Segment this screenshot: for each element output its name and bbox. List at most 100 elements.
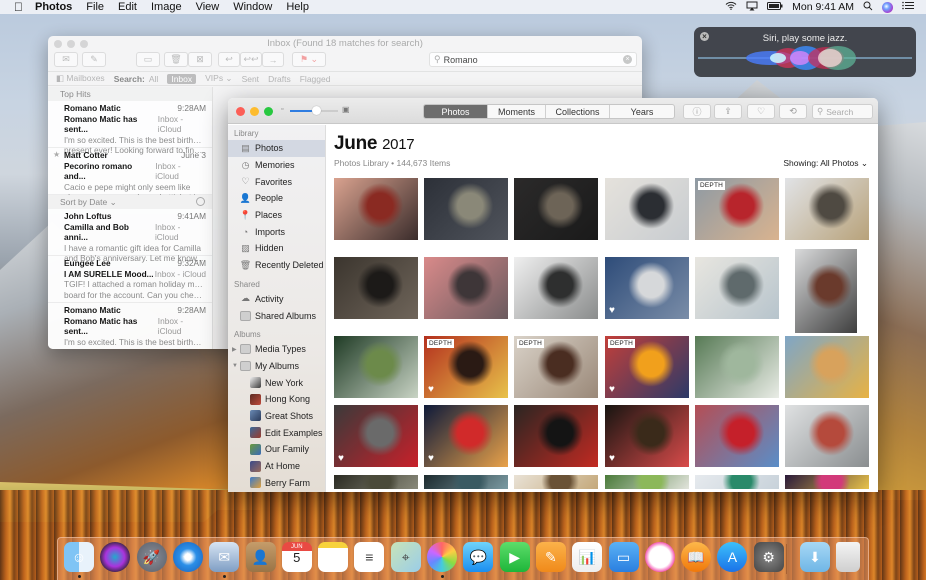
photo-thumbnail[interactable] xyxy=(785,405,869,467)
dock-app-mail[interactable]: ✉ xyxy=(209,542,240,572)
menu-edit[interactable]: Edit xyxy=(118,1,137,13)
airplay-icon[interactable] xyxy=(746,1,758,14)
photo-thumbnail[interactable] xyxy=(514,257,598,319)
menu-help[interactable]: Help xyxy=(286,1,309,13)
photo-thumbnail[interactable] xyxy=(695,475,779,489)
sidebar-item-at-home[interactable]: At Home xyxy=(228,458,325,475)
dock-downloads-folder[interactable]: ⬇ xyxy=(800,542,830,572)
sidebar-item-imports[interactable]: ◔ Imports xyxy=(228,223,325,240)
photos-zoom-button[interactable] xyxy=(264,107,273,116)
tab-photos[interactable]: Photos xyxy=(424,105,488,118)
photo-thumbnail[interactable] xyxy=(424,257,508,319)
dock-app-siri[interactable] xyxy=(100,542,131,572)
scope-drafts[interactable]: Drafts xyxy=(268,74,291,84)
sidebar-item-activity[interactable]: ☁ Activity xyxy=(228,291,325,308)
flag-button[interactable]: ⚑ ⌄ xyxy=(292,52,326,67)
sidebar-item-recently-deleted[interactable]: 🗑 Recently Deleted xyxy=(228,257,325,274)
photo-thumbnail[interactable] xyxy=(514,405,598,467)
photo-thumbnail[interactable] xyxy=(695,257,779,319)
sidebar-item-my-albums[interactable]: ▼ My Albums xyxy=(228,358,325,375)
siri-menu-icon[interactable] xyxy=(882,1,893,13)
photo-thumbnail[interactable] xyxy=(334,336,418,398)
sidebar-item-people[interactable]: 👤 People xyxy=(228,190,325,207)
showing-filter-dropdown[interactable]: Showing: All Photos ⌄ xyxy=(783,158,868,169)
sidebar-item-shared-albums[interactable]: Shared Albums xyxy=(228,307,325,324)
menu-file[interactable]: File xyxy=(86,1,104,13)
sidebar-item-photos[interactable]: ▤ Photos xyxy=(228,140,325,157)
sidebar-item-our-family[interactable]: Our Family xyxy=(228,441,325,458)
sidebar-item-hong-kong[interactable]: Hong Kong xyxy=(228,391,325,408)
sidebar-item-new-york[interactable]: New York xyxy=(228,374,325,391)
notification-center-icon[interactable] xyxy=(902,1,914,13)
photo-thumbnail[interactable] xyxy=(334,257,418,319)
dock-app-finder[interactable]: ☺ xyxy=(64,542,94,572)
disclosure-triangle-icon[interactable]: ▶ xyxy=(232,346,237,353)
photo-thumbnail[interactable] xyxy=(785,475,869,489)
photo-thumbnail[interactable] xyxy=(785,336,869,398)
tab-years[interactable]: Years xyxy=(610,105,674,118)
menu-app-name[interactable]: Photos xyxy=(35,1,72,13)
dock-app-maps[interactable]: ⌖ xyxy=(390,542,421,572)
sidebar-item-hidden[interactable]: ▨ Hidden xyxy=(228,240,325,257)
photo-thumbnail[interactable]: DEPTH ♥ xyxy=(424,336,508,398)
share-button[interactable]: ⇪ xyxy=(714,104,742,119)
dock-app-keynote[interactable]: ▭ xyxy=(608,542,639,572)
reply-all-button[interactable]: ↩↩ xyxy=(240,52,262,67)
battery-icon[interactable] xyxy=(767,1,783,13)
dock-app-contacts[interactable]: 👤 xyxy=(245,542,276,572)
dock-app-ibooks[interactable]: 📖 xyxy=(681,542,712,572)
message-item[interactable]: ★ Matt Cotter June 3 Pecorino romano and...… xyxy=(48,148,212,202)
dock-app-messages[interactable]: 💬 xyxy=(463,542,494,572)
mail-search-field[interactable]: ⚲ Romano × xyxy=(429,52,637,67)
photos-minimize-button[interactable] xyxy=(250,107,259,116)
photo-thumbnail[interactable]: DEPTH xyxy=(695,178,779,240)
dock-app-notes[interactable] xyxy=(318,542,349,572)
message-item[interactable]: Romano Matic 9:28AM Romano Matic has sent.… xyxy=(48,101,212,155)
scope-vips[interactable]: VIPs ⌄ xyxy=(205,73,232,84)
dock-app-safari[interactable]: ✦ xyxy=(172,542,203,572)
dock-app-app-store[interactable]: A xyxy=(717,542,748,572)
photo-thumbnail[interactable] xyxy=(795,249,857,333)
sidebar-item-favorites[interactable]: ♡ Favorites xyxy=(228,173,325,190)
mailboxes-toggle[interactable]: ◧ Mailboxes xyxy=(56,73,105,84)
photo-thumbnail[interactable] xyxy=(334,178,418,240)
photos-close-button[interactable] xyxy=(236,107,245,116)
rotate-button[interactable]: ⟲ xyxy=(779,104,807,119)
dock-app-launchpad[interactable]: 🚀 xyxy=(136,542,167,572)
sidebar-item-media-types[interactable]: ▶ Media Types xyxy=(228,341,325,358)
photo-thumbnail[interactable]: ♥ xyxy=(605,257,689,319)
photo-thumbnail[interactable] xyxy=(334,475,418,489)
dock-app-pages[interactable]: ✎ xyxy=(535,542,566,572)
photo-thumbnail[interactable]: ♥ xyxy=(424,405,508,467)
menu-view[interactable]: View xyxy=(196,1,220,13)
photo-thumbnail[interactable] xyxy=(695,405,779,467)
sidebar-item-great-shots[interactable]: Great Shots xyxy=(228,408,325,425)
filter-icon[interactable] xyxy=(196,197,205,206)
photos-search-field[interactable]: ⚲ Search xyxy=(812,104,873,119)
reply-button[interactable]: ↩ xyxy=(218,52,240,67)
delete-button[interactable]: 🗑 xyxy=(164,52,188,67)
get-mail-button[interactable]: ✉ xyxy=(54,52,78,67)
scope-inbox[interactable]: Inbox xyxy=(167,73,197,84)
forward-button[interactable]: → xyxy=(262,52,284,67)
clock[interactable]: Mon 9:41 AM xyxy=(792,1,854,13)
photo-thumbnail[interactable]: ♥ xyxy=(605,405,689,467)
clear-search-icon[interactable]: × xyxy=(623,55,632,64)
zoom-slider-knob[interactable] xyxy=(312,106,322,115)
dock-app-calendar[interactable]: JUN 5 xyxy=(281,542,312,572)
sidebar-item-berry-farm[interactable]: Berry Farm xyxy=(228,474,325,491)
sidebar-item-memories[interactable]: ◷ Memories xyxy=(228,157,325,174)
disclosure-triangle-icon[interactable]: ▼ xyxy=(232,363,238,369)
dock-app-itunes[interactable]: ♫ xyxy=(644,542,675,572)
favorite-button[interactable]: ♡ xyxy=(747,104,775,119)
scope-flagged[interactable]: Flagged xyxy=(300,74,331,84)
junk-button[interactable]: ⊠ xyxy=(188,52,212,67)
dock-app-reminders[interactable]: ≡ xyxy=(354,542,385,572)
zoom-slider[interactable] xyxy=(290,106,338,115)
photo-thumbnail[interactable] xyxy=(514,475,598,489)
photo-thumbnail[interactable]: DEPTH ♥ xyxy=(605,336,689,398)
photo-thumbnail[interactable]: DEPTH xyxy=(514,336,598,398)
sort-by-date-header[interactable]: Sort by Date ⌄ xyxy=(48,195,212,209)
info-button[interactable]: ⓘ xyxy=(683,104,711,119)
photo-thumbnail[interactable] xyxy=(785,178,869,240)
